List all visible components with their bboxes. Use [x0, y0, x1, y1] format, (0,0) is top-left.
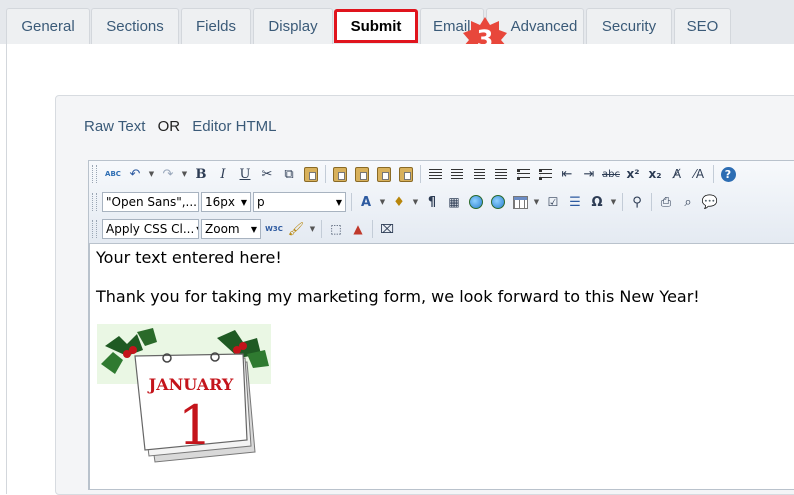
editor-html-link[interactable]: Editor HTML [192, 118, 276, 135]
chevron-down-icon: ▼ [196, 225, 198, 234]
paragraph-select[interactable]: p ▼ [253, 192, 346, 212]
toolbar-separator [325, 165, 326, 183]
comment-icon[interactable]: 💬 [699, 191, 721, 213]
form-icon[interactable]: ☑ [542, 191, 564, 213]
module-icon[interactable]: ▲ [347, 218, 369, 240]
toolbar-separator [372, 220, 373, 238]
undo-dropdown-icon[interactable]: ▼ [146, 163, 157, 185]
paste-html-icon[interactable] [373, 163, 395, 185]
template-icon[interactable]: ▦ [443, 191, 465, 213]
or-label: OR [157, 118, 181, 135]
paste-plain-icon[interactable] [395, 163, 417, 185]
outdent-icon[interactable]: ⇤ [556, 163, 578, 185]
align-right-icon[interactable] [490, 163, 512, 185]
italic-icon[interactable]: I [212, 163, 234, 185]
editor-text-line-2: Thank you for taking my marketing form, … [96, 287, 700, 306]
bold-icon[interactable]: B [190, 163, 212, 185]
find-icon[interactable]: ⚲ [626, 191, 648, 213]
eraser-icon[interactable]: ⌧ [376, 218, 398, 240]
toolbar-grip [92, 220, 97, 238]
font-color-icon[interactable]: A [355, 191, 377, 213]
underline-icon[interactable]: U [234, 163, 256, 185]
font-name-select[interactable]: "Open Sans",...▼ [102, 192, 199, 212]
chevron-down-icon: ▼ [250, 224, 257, 234]
superscript-icon[interactable]: x² [622, 163, 644, 185]
toolbar-grip [92, 165, 97, 183]
align-justify-icon[interactable] [424, 163, 446, 185]
highlight-dropdown-icon[interactable]: ▼ [410, 191, 421, 213]
strikethrough-icon[interactable]: abc [600, 163, 622, 185]
tab-bar: General Sections Fields Display Submit E… [0, 0, 794, 44]
redo-dropdown-icon[interactable]: ▼ [179, 163, 190, 185]
insert-table-icon[interactable] [509, 191, 531, 213]
toolbar-separator [321, 220, 322, 238]
paste-icon[interactable] [300, 163, 322, 185]
highlight-color-icon[interactable]: ♦ [388, 191, 410, 213]
print-icon[interactable]: ⎙ [655, 191, 677, 213]
toolbar-separator [420, 165, 421, 183]
calendar-day-text: 1 [178, 394, 212, 457]
paste-word-icon[interactable] [351, 163, 373, 185]
raw-text-link[interactable]: Raw Text [84, 118, 145, 135]
preview-icon[interactable]: ⌕ [677, 191, 699, 213]
toolbar-row-3: Apply CSS Cl...▼ Zoom▼ W3C 🖌 ▼ ⬚ ▲ ⌧ [92, 218, 398, 240]
tab-display[interactable]: Display [253, 8, 333, 44]
bullet-list-icon[interactable] [512, 163, 534, 185]
tab-sections[interactable]: Sections [91, 8, 179, 44]
paragraph-mark-icon[interactable]: ¶ [421, 191, 443, 213]
font-color-dropdown-icon[interactable]: ▼ [377, 191, 388, 213]
insert-link-icon[interactable] [465, 191, 487, 213]
format-stripper-icon[interactable]: A̸ [666, 163, 688, 185]
subscript-icon[interactable]: x₂ [644, 163, 666, 185]
calendar-month-text: JANUARY [147, 375, 234, 394]
paste-text-icon[interactable] [329, 163, 351, 185]
january-calendar-image: JANUARY 1 [97, 324, 271, 470]
align-left-icon[interactable] [446, 163, 468, 185]
spellcheck-icon[interactable]: ABC [102, 163, 124, 185]
font-size-select[interactable]: 16px ▼ [201, 192, 251, 212]
cut-icon[interactable]: ✂ [256, 163, 278, 185]
horizontal-rule-icon[interactable]: ☰ [564, 191, 586, 213]
css-class-value: Apply CSS Cl... [106, 222, 195, 236]
indent-icon[interactable]: ⇥ [578, 163, 600, 185]
toolbar-separator [713, 165, 714, 183]
tab-general[interactable]: General [6, 8, 90, 44]
toolbar-row-1: ABC ↶ ▼ ↷ ▼ B I U ✂ ⧉ ⇤ ⇥ abc x² x₂ A̸ ⁄… [92, 163, 739, 185]
toolbar-separator [651, 193, 652, 211]
toolbar-grip [92, 193, 97, 211]
clear-format-icon[interactable]: ⁄A [688, 163, 710, 185]
format-painter-icon[interactable]: 🖌 [285, 218, 307, 240]
font-name-value: "Open Sans",... [106, 195, 197, 209]
numbered-list-icon[interactable] [534, 163, 556, 185]
copy-icon[interactable]: ⧉ [278, 163, 300, 185]
zoom-value: Zoom [205, 222, 240, 236]
toolbar-separator [351, 193, 352, 211]
redo-icon[interactable]: ↷ [157, 163, 179, 185]
table-dropdown-icon[interactable]: ▼ [531, 191, 542, 213]
align-center-icon[interactable] [468, 163, 490, 185]
editor-content-area[interactable]: Your text entered here! Thank you for ta… [89, 244, 794, 489]
help-icon[interactable]: ? [717, 163, 739, 185]
special-char-icon[interactable]: Ω [586, 191, 608, 213]
format-painter-dropdown-icon[interactable]: ▼ [307, 218, 318, 240]
toolbar-row-2: "Open Sans",...▼ 16px▼ p▼ A ▼ ♦ ▼ ¶ ▦ ▼ … [92, 191, 721, 213]
tab-fields[interactable]: Fields [181, 8, 251, 44]
w3c-validate-icon[interactable]: W3C [263, 218, 285, 240]
select-all-icon[interactable]: ⬚ [325, 218, 347, 240]
paragraph-value: p [257, 195, 265, 209]
editor-text-line-1: Your text entered here! [96, 248, 282, 267]
mode-switch: Raw Text OR Editor HTML [84, 118, 276, 135]
special-char-dropdown-icon[interactable]: ▼ [608, 191, 619, 213]
zoom-select[interactable]: Zoom ▼ [201, 219, 261, 239]
tab-submit[interactable]: Submit [334, 9, 418, 43]
tab-security[interactable]: Security [586, 8, 672, 44]
font-size-value: 16px [205, 195, 235, 209]
chevron-down-icon: ▼ [240, 197, 247, 207]
remove-link-icon[interactable] [487, 191, 509, 213]
tab-seo[interactable]: SEO [674, 8, 731, 44]
chevron-down-icon: ▼ [335, 197, 342, 207]
css-class-select[interactable]: Apply CSS Cl...▼ [102, 219, 199, 239]
undo-icon[interactable]: ↶ [124, 163, 146, 185]
toolbar-separator [622, 193, 623, 211]
